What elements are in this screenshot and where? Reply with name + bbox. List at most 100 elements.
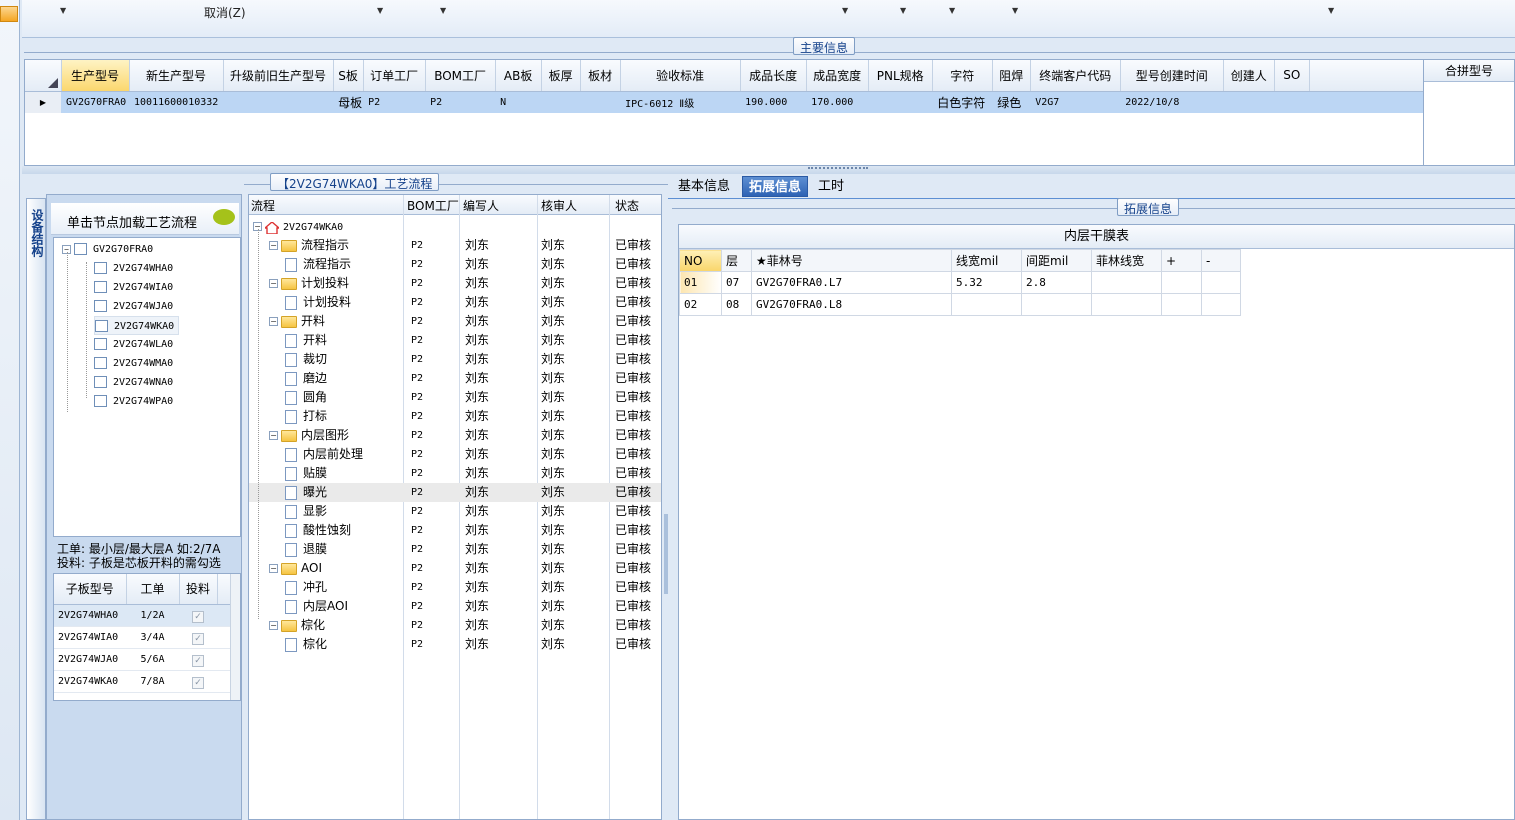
process-row[interactable]: − 开料 P2 刘东 刘东 已审核 — [249, 312, 661, 331]
process-row[interactable]: 退膜 P2 刘东 刘东 已审核 — [249, 540, 661, 559]
process-row[interactable]: 磨边 P2 刘东 刘东 已审核 — [249, 369, 661, 388]
collapse-icon[interactable]: − — [269, 279, 278, 288]
feed-checkbox-cell[interactable]: ✓ — [179, 604, 217, 627]
process-row[interactable]: − AOI P2 刘东 刘东 已审核 — [249, 559, 661, 578]
tree-child-node[interactable]: 2V2G74WHA0 — [94, 259, 173, 278]
dropdown-caret-icon[interactable]: ▼ — [60, 6, 66, 15]
cancel-button[interactable]: 取消(Z) — [204, 4, 246, 21]
ext-cell[interactable]: 01 — [679, 271, 722, 294]
checkbox-icon[interactable] — [94, 376, 107, 388]
process-row[interactable]: − 内层图形 P2 刘东 刘东 已审核 — [249, 426, 661, 445]
dropdown-caret-icon[interactable]: ▼ — [900, 6, 906, 15]
sub-col-header[interactable]: 子板型号 — [54, 574, 127, 605]
sub-table-row[interactable]: 2V2G74WJA0 5/6A ✓ — [54, 648, 232, 671]
ext-table-row[interactable]: 01 07 GV2G70FRA0.L7 5.32 2.8 — [679, 271, 1241, 294]
process-row[interactable]: 内层前处理 P2 刘东 刘东 已审核 — [249, 445, 661, 464]
process-row[interactable]: − 棕化 P2 刘东 刘东 已审核 — [249, 616, 661, 635]
ext-cell[interactable] — [1201, 293, 1241, 316]
main-cell[interactable] — [1223, 91, 1275, 113]
process-col-header[interactable]: 核审人 — [541, 197, 577, 214]
main-cell[interactable] — [868, 91, 933, 113]
feed-checkbox-cell[interactable]: ✓ — [179, 648, 217, 671]
tree-child-node[interactable]: 2V2G74WPA0 — [94, 392, 173, 411]
checkbox-icon[interactable] — [94, 357, 107, 369]
process-root-row[interactable]: −2V2G74WKA0 — [249, 217, 661, 236]
ext-cell[interactable]: GV2G70FRA0.L8 — [751, 293, 952, 316]
tab-extended-info[interactable]: 拓展信息 — [742, 176, 809, 197]
main-col-header[interactable]: 板材 — [580, 60, 621, 92]
sub-col-header[interactable]: 投料 — [179, 574, 218, 605]
process-row[interactable]: 打标 P2 刘东 刘东 已审核 — [249, 407, 661, 426]
process-col-header[interactable]: 状态 — [615, 197, 639, 214]
main-cell[interactable]: N — [495, 91, 542, 113]
dropdown-caret-icon[interactable]: ▼ — [377, 6, 383, 15]
process-row[interactable]: 圆角 P2 刘东 刘东 已审核 — [249, 388, 661, 407]
process-row[interactable]: 冲孔 P2 刘东 刘东 已审核 — [249, 578, 661, 597]
sub-table-row[interactable]: 2V2G74WHA0 1/2A ✓ — [54, 604, 232, 627]
main-cell[interactable]: 2022/10/8 — [1120, 91, 1224, 113]
main-col-header[interactable]: 板厚 — [541, 60, 581, 92]
main-cell[interactable] — [1274, 91, 1310, 113]
ext-col-header[interactable]: - — [1201, 249, 1241, 272]
process-row[interactable]: 曝光 P2 刘东 刘东 已审核 — [249, 483, 661, 502]
checkmark-icon[interactable]: ✓ — [192, 676, 204, 689]
main-cell[interactable]: 绿色 — [992, 91, 1031, 113]
feed-checkbox-cell[interactable]: ✓ — [179, 670, 217, 693]
collapse-icon[interactable]: − — [269, 431, 278, 440]
checkbox-icon[interactable] — [94, 262, 107, 274]
sub-table-row[interactable]: 2V2G74WIA0 3/4A ✓ — [54, 626, 232, 649]
main-cell[interactable]: 190.000 — [740, 91, 807, 113]
main-col-header[interactable]: 生产型号 — [61, 60, 130, 92]
process-row[interactable]: 贴膜 P2 刘东 刘东 已审核 — [249, 464, 661, 483]
tree-child-node[interactable]: 2V2G74WKA0 — [94, 316, 180, 335]
main-col-header[interactable]: 升级前旧生产型号 — [223, 60, 334, 92]
grid-corner[interactable] — [25, 60, 62, 92]
main-cell[interactable]: P2 — [363, 91, 426, 113]
process-col-header[interactable]: 流程 — [251, 197, 275, 214]
main-cell[interactable]: IPC-6012 Ⅱ级 — [620, 91, 741, 113]
main-cell[interactable]: V2G7 — [1030, 91, 1121, 113]
ext-col-header[interactable]: NO — [679, 249, 722, 272]
checkbox-icon[interactable] — [95, 320, 108, 332]
main-col-header[interactable]: 字符 — [932, 60, 993, 92]
checkmark-icon[interactable]: ✓ — [192, 632, 204, 645]
collapse-icon[interactable]: − — [269, 317, 278, 326]
tree-root-node[interactable]: − GV2G70FRA0 — [62, 240, 153, 259]
ext-cell[interactable] — [1091, 293, 1162, 316]
ext-col-header[interactable]: + — [1161, 249, 1202, 272]
splitter-grip-icon[interactable] — [808, 167, 868, 172]
main-cell[interactable]: 10011600010332 — [129, 91, 224, 113]
dropdown-caret-icon[interactable]: ▼ — [440, 6, 446, 15]
ext-table-row[interactable]: 02 08 GV2G70FRA0.L8 — [679, 293, 1241, 316]
main-col-header[interactable]: 创建人 — [1223, 60, 1275, 92]
checkmark-icon[interactable]: ✓ — [192, 654, 204, 667]
main-col-header[interactable]: 验收标准 — [620, 60, 741, 92]
tab-basic-info[interactable]: 基本信息 — [672, 176, 736, 197]
main-col-header[interactable]: 终端客户代码 — [1030, 60, 1121, 92]
ext-cell[interactable]: 2.8 — [1021, 271, 1092, 294]
tab-work-hours[interactable]: 工时 — [812, 176, 850, 197]
process-col-header[interactable]: BOM工厂 — [407, 197, 459, 214]
tree-child-node[interactable]: 2V2G74WIA0 — [94, 278, 173, 297]
main-col-header[interactable]: PNL规格 — [868, 60, 933, 92]
process-row[interactable]: 开料 P2 刘东 刘东 已审核 — [249, 331, 661, 350]
main-cell[interactable] — [223, 91, 334, 113]
ext-cell[interactable] — [1161, 293, 1202, 316]
main-col-header[interactable]: AB板 — [495, 60, 542, 92]
tree-child-node[interactable]: 2V2G74WNA0 — [94, 373, 173, 392]
ext-cell[interactable]: 08 — [721, 293, 752, 316]
collapse-icon[interactable]: − — [269, 621, 278, 630]
main-cell[interactable]: GV2G70FRA0 — [61, 91, 130, 113]
main-col-header[interactable]: 订单工厂 — [363, 60, 426, 92]
row-indicator-icon[interactable]: ▶ — [25, 91, 61, 113]
process-row[interactable]: 酸性蚀刻 P2 刘东 刘东 已审核 — [249, 521, 661, 540]
process-row[interactable]: 棕化 P2 刘东 刘东 已审核 — [249, 635, 661, 654]
tree-child-node[interactable]: 2V2G74WMA0 — [94, 354, 173, 373]
orange-side-tab[interactable] — [0, 6, 18, 22]
main-col-header[interactable]: 成品宽度 — [806, 60, 869, 92]
dropdown-caret-icon[interactable]: ▼ — [842, 6, 848, 15]
checkbox-icon[interactable] — [94, 300, 107, 312]
ext-col-header[interactable]: 间距mil — [1021, 249, 1092, 272]
process-row[interactable]: − 流程指示 P2 刘东 刘东 已审核 — [249, 236, 661, 255]
dropdown-caret-icon[interactable]: ▼ — [1328, 6, 1334, 15]
